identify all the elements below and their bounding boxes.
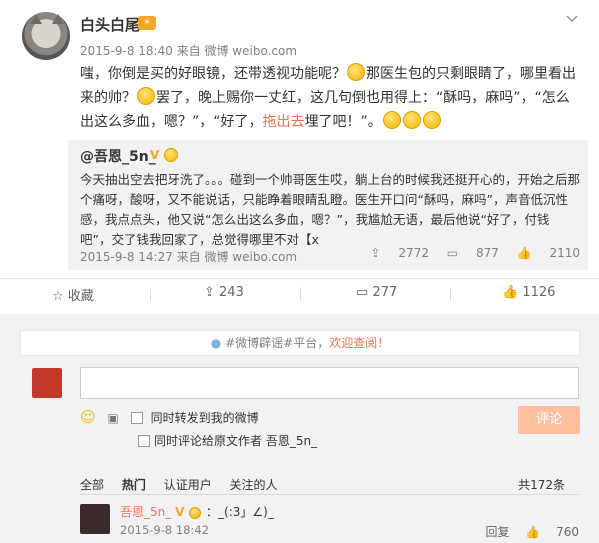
comment-section: ● #微博辟谣#平台，欢迎查阅！ ☺ ▣ 同时转发到我的微博 同时评论给原文作者… [0, 314, 599, 543]
sweat-emoji-icon [347, 63, 365, 81]
post-meta: 2015-9-8 18:40 来自 微博 weibo.com [80, 44, 298, 58]
divider [150, 287, 151, 301]
like-button[interactable]: 👍 1126 [502, 285, 555, 300]
verified-v-icon: V [150, 148, 160, 162]
sweat-emoji-icon [382, 111, 401, 129]
comment-total: 共172条 [518, 478, 565, 492]
reply-author[interactable]: 吾恩_5n_ [120, 505, 171, 519]
favorite-label: 收藏 [67, 289, 94, 304]
comment-input[interactable] [80, 367, 579, 399]
reply-like-count: 760 [556, 525, 579, 539]
current-user-avatar[interactable] [32, 368, 62, 398]
emoji-icon[interactable]: ☺ [80, 408, 96, 426]
quoted-repost[interactable]: ⇪ 2772 [371, 246, 429, 260]
chevron-down-icon[interactable] [565, 12, 579, 26]
reply-content: 吾恩_5n_ V ：_(:3」∠)_ [120, 503, 274, 520]
reply-text: ：_(:3」∠)_ [206, 505, 274, 519]
quoted-author[interactable]: @吾恩_5n_ [80, 146, 156, 166]
tab-following[interactable]: 关注的人 [230, 478, 278, 492]
verified-v-icon: V [175, 505, 185, 519]
quoted-stats: ⇪ 2772 ▭ 877 👍 2110 [357, 246, 580, 260]
notice-text: #微博辟谣#平台， [225, 336, 330, 350]
post-action-bar: ☆ 收藏 ⇪ 243 ▭ 277 👍 1126 [0, 278, 599, 308]
sweat-emoji-icon [422, 111, 441, 129]
like-count: 1126 [522, 285, 556, 300]
quoted-like-count: 2110 [549, 246, 580, 260]
repost-button[interactable]: ⇪ 243 [204, 285, 244, 300]
tab-all[interactable]: 全部 [80, 478, 104, 492]
post-text: 嗤，你倒是买的好眼镜，还带透视功能呢？ 那医生包的只剩眼睛了，哪里看出来的帅？ 罢了… [80, 62, 580, 134]
info-icon: ● [210, 336, 222, 350]
comment-tools: ☺ ▣ 同时转发到我的微博 [80, 408, 267, 426]
notice-highlight: 欢迎查阅！ [329, 336, 390, 350]
comment-button[interactable]: ▭ 277 [356, 285, 397, 300]
quoted-text: 今天抽出空去把牙洗了。。。碰到一个帅哥医生哎，躺上台的时候我还挺开心的，开始之后… [80, 172, 581, 247]
author-badge-icon: ☀ [138, 16, 156, 30]
quoted-post: @吾恩_5n_ V 今天抽出空去把牙洗了。。。碰到一个帅哥医生哎，躺上台的时候我… [68, 140, 588, 270]
member-badge-icon [164, 148, 179, 162]
image-icon[interactable]: ▣ [107, 411, 118, 425]
reply-time: 2015-9-8 18:42 [120, 523, 209, 537]
divider [450, 287, 451, 301]
author-name[interactable]: 白头白尾 [80, 14, 140, 35]
quoted-repost-count: 2772 [398, 246, 429, 260]
tab-verified[interactable]: 认证用户 [164, 478, 212, 492]
quoted-badges: V [150, 148, 179, 162]
comment-filter-tabs: 全部 热门 认证用户 关注的人 共172条 [80, 476, 579, 493]
favorite-button[interactable]: ☆ 收藏 [52, 285, 94, 304]
comment-tools-row2: 同时评论给原文作者 吾恩_5n_ [138, 432, 317, 449]
post-text-highlight: 拖出去 [262, 114, 305, 130]
tab-hot[interactable]: 热门 [122, 478, 146, 492]
sweat-emoji-icon [137, 87, 155, 105]
repost-checkbox-label: 同时转发到我的微博 [150, 411, 259, 425]
quoted-like[interactable]: 👍 2110 [517, 246, 580, 260]
quoted-comment-count: 877 [475, 246, 499, 260]
repost-count: 243 [219, 285, 244, 300]
member-badge-icon [189, 507, 202, 519]
divider [300, 287, 301, 301]
post-text-part: 埋了吧！”。 [304, 114, 382, 130]
repost-checkbox[interactable] [130, 412, 143, 424]
avatar-ear-left [30, 14, 42, 24]
reply-like-button[interactable]: 👍 760 [525, 525, 579, 539]
comment-count: 277 [372, 285, 398, 300]
reply-avatar[interactable] [80, 504, 110, 534]
avatar-ear-right [52, 14, 64, 24]
quoted-meta: 2015-9-8 14:27 来自 微博 weibo.com [80, 250, 298, 264]
sweat-emoji-icon [402, 111, 421, 129]
comment-author-checkbox-label: 同时评论给原文作者 吾恩_5n_ [154, 434, 318, 448]
reply-button[interactable]: 回复 [485, 525, 509, 539]
tab-divider [80, 494, 579, 495]
quoted-comment[interactable]: ▭ 877 [447, 246, 499, 260]
reply-actions: 回复 👍 760 [473, 523, 579, 540]
comment-author-checkbox[interactable] [138, 435, 150, 447]
post-text-part: 嗤，你倒是买的好眼镜，还带透视功能呢？ [80, 66, 346, 82]
rumor-notice[interactable]: ● #微博辟谣#平台，欢迎查阅！ [20, 330, 580, 356]
submit-comment-button[interactable]: 评论 [518, 406, 580, 434]
